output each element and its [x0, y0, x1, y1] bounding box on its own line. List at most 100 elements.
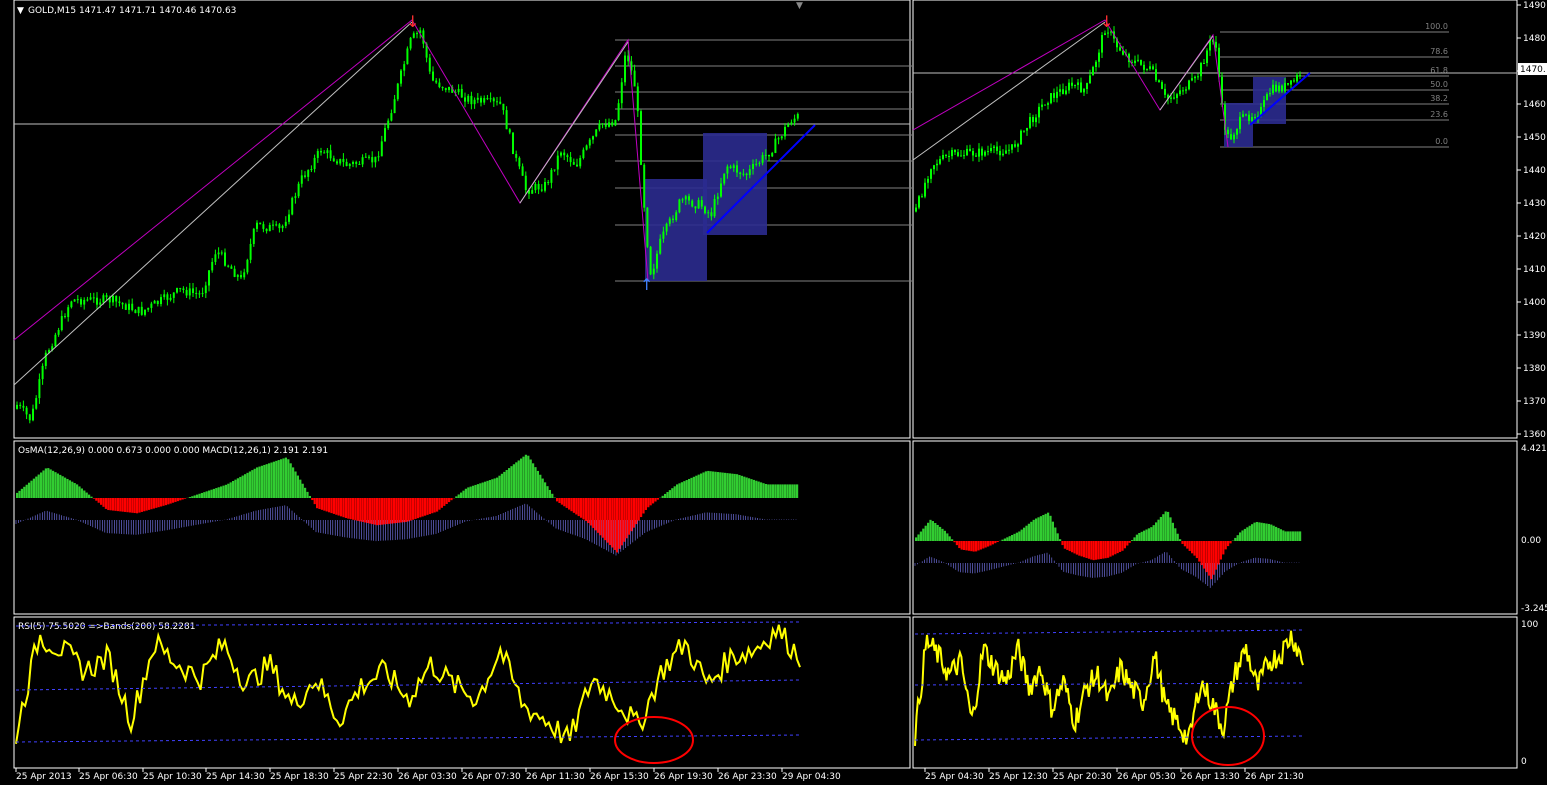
osma-bar-left — [709, 471, 712, 498]
osma-bar-left — [589, 498, 592, 526]
osma-bar-left — [78, 486, 81, 498]
osma-bar-right — [1051, 521, 1054, 541]
osma-bar-left — [522, 456, 525, 498]
price-candle-left — [329, 150, 332, 159]
osma-bar-right — [922, 528, 925, 541]
price-candle-left — [780, 136, 783, 139]
osma-bar-left — [371, 498, 374, 525]
osma-bar-right — [1260, 522, 1263, 541]
osma-bar-left — [428, 498, 431, 515]
osma-bar-left — [529, 459, 532, 498]
osma-bar-right — [1135, 534, 1138, 541]
price-candle-right — [990, 147, 992, 152]
osma-bar-left — [244, 474, 247, 498]
osma-bar-right — [1061, 541, 1064, 546]
osma-bar-right — [934, 523, 937, 541]
osma-bar-left — [517, 460, 520, 498]
osma-bar-left — [462, 490, 465, 498]
osma-bar-left — [654, 498, 657, 502]
price-candle-left — [220, 252, 223, 254]
osma-bar-left — [395, 498, 398, 524]
osma-bar-right — [1203, 541, 1206, 569]
osma-bar-right — [1239, 532, 1242, 541]
price-candle-left — [640, 111, 642, 165]
rsi-tick-label: 100 — [1521, 620, 1538, 630]
price-candle-left — [764, 154, 767, 156]
symbol-header: GOLD,M15 1471.47 1471.71 1470.46 1470.63 — [28, 6, 236, 16]
price-candle-right — [1245, 114, 1247, 116]
osma-bar-left — [520, 458, 523, 498]
price-candle-left — [240, 275, 242, 278]
osma-bar-left — [145, 498, 148, 511]
price-candle-left — [448, 86, 450, 90]
price-candle-right — [918, 196, 920, 208]
price-tick-label: 1410 — [1523, 265, 1546, 275]
osma-bar-left — [774, 484, 777, 498]
price-candle-left — [438, 82, 441, 88]
price-candle-left — [121, 302, 124, 305]
osma-bar-right — [1186, 541, 1189, 549]
osma-bar-right — [1248, 525, 1251, 541]
price-candle-left — [176, 288, 178, 293]
osma-bar-right — [1191, 541, 1194, 554]
price-candle-left — [124, 304, 127, 310]
osma-bar-left — [652, 498, 655, 504]
osma-bar-left — [100, 498, 103, 505]
osma-bar-right — [1063, 541, 1066, 549]
osma-bar-left — [695, 475, 698, 498]
osma-bar-left — [188, 497, 191, 498]
price-candle-right — [915, 207, 917, 212]
osma-bar-right — [1039, 516, 1042, 541]
osma-bar-left — [116, 498, 119, 512]
price-candle-right — [1194, 76, 1196, 79]
price-candle-left — [675, 212, 678, 221]
osma-bar-left — [282, 458, 285, 498]
price-candle-left — [572, 162, 575, 165]
dropdown-triangle-icon[interactable]: ▼ — [17, 6, 24, 16]
price-candle-right — [1233, 134, 1235, 140]
osma-bar-left — [719, 472, 722, 498]
osma-bar-left — [779, 484, 782, 498]
osma-bar-left — [678, 483, 681, 498]
price-candle-left — [262, 224, 265, 229]
osma-bar-right — [1008, 536, 1011, 541]
osma-bar-left — [200, 492, 203, 498]
osma-bar-left — [376, 498, 379, 526]
price-candle-left — [508, 129, 511, 133]
price-candle-right — [1185, 89, 1187, 91]
price-candle-left — [496, 101, 498, 103]
price-candle-right — [1293, 80, 1295, 82]
osma-bar-left — [260, 465, 263, 498]
osma-bar-left — [400, 498, 403, 523]
osma-bar-left — [469, 486, 472, 498]
osma-bar-right — [946, 533, 949, 541]
osma-bar-left — [373, 498, 376, 525]
osma-bar-right — [1097, 541, 1100, 560]
price-candle-right — [1041, 104, 1043, 107]
price-candle-left — [400, 70, 402, 84]
osma-bar-right — [1054, 527, 1057, 541]
price-candle-left — [150, 303, 153, 308]
price-candle-left — [540, 189, 543, 191]
osma-bar-left — [316, 498, 319, 509]
osma-bar-left — [49, 469, 52, 498]
price-candle-right — [987, 151, 989, 153]
osma-bar-left — [320, 498, 323, 510]
rsi-tick-label: 0 — [1521, 757, 1527, 767]
price-candle-left — [224, 252, 226, 266]
price-candle-left — [32, 408, 34, 421]
osma-bar-left — [20, 488, 23, 498]
osma-bar-right — [1162, 514, 1165, 541]
osma-bar-left — [248, 471, 251, 498]
osma-bar-left — [234, 479, 237, 498]
osma-bar-left — [73, 483, 76, 498]
price-candle-right — [942, 155, 944, 159]
price-candle-left — [556, 155, 559, 170]
dropdown-triangle-icon[interactable]: ▼ — [796, 1, 803, 11]
price-candle-right — [927, 178, 929, 183]
price-candle-left — [777, 138, 780, 140]
price-candle-right — [1092, 66, 1094, 76]
price-candle-left — [646, 207, 649, 247]
osma-bar-left — [164, 498, 167, 506]
price-candle-right — [1095, 61, 1097, 67]
